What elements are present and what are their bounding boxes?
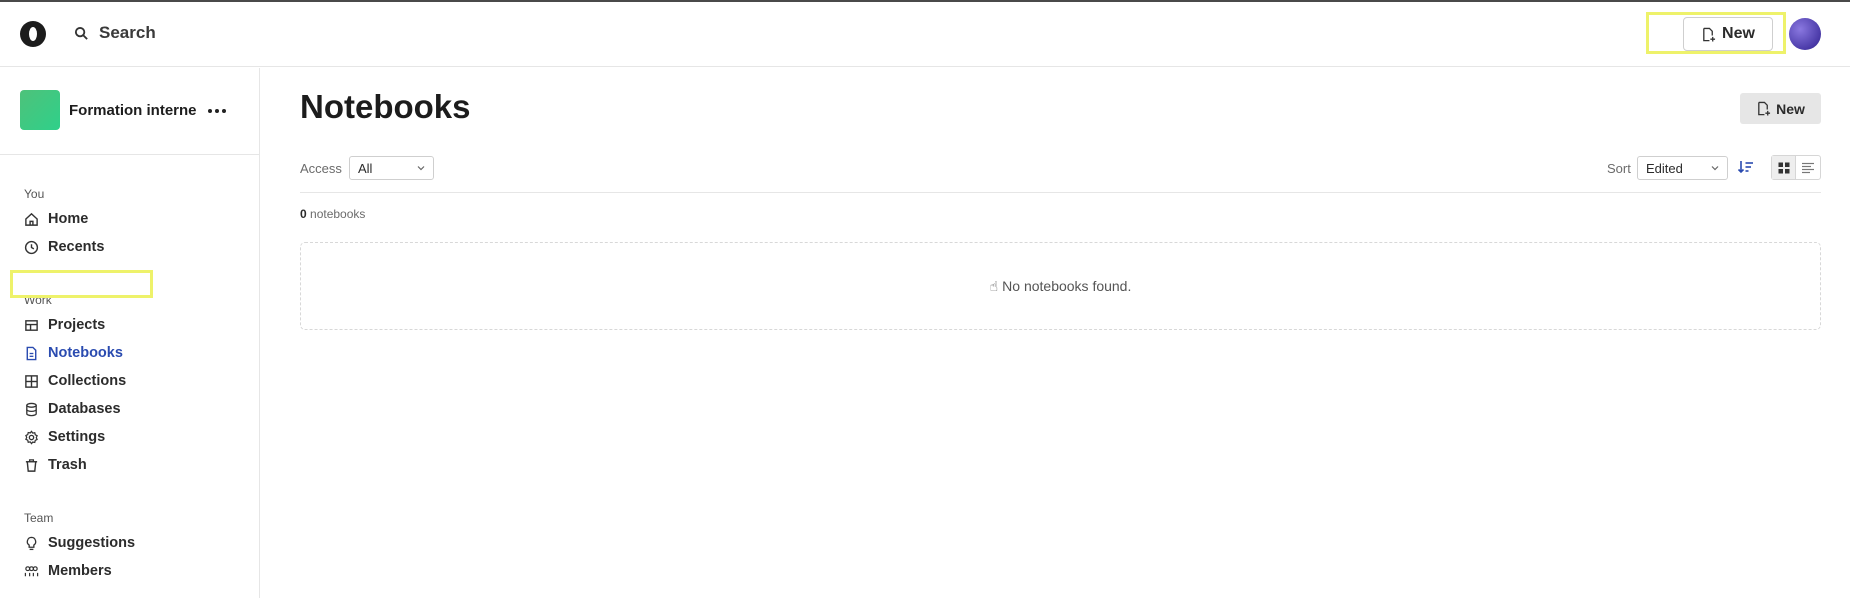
projects-icon [25, 319, 38, 331]
pointing-up-icon: ☝ [989, 277, 999, 294]
sidebar-item-label: Databases [48, 401, 121, 417]
sidebar-item-notebooks[interactable]: Notebooks [24, 342, 123, 364]
page-title: Notebooks [300, 88, 471, 125]
sidebar-item-label: Collections [48, 373, 127, 389]
empty-state-text: No notebooks found. [1002, 278, 1132, 294]
sidebar-item-label: Recents [48, 239, 105, 255]
search-button[interactable]: Search [74, 23, 156, 43]
view-toggle [1771, 155, 1821, 180]
list-view-button[interactable] [1796, 156, 1820, 179]
notebook-count: 0 notebooks [300, 207, 365, 221]
notebook-count-number: 0 [300, 207, 307, 221]
search-label: Search [99, 23, 156, 42]
new-notebook-button[interactable]: New [1740, 93, 1821, 124]
sidebar-item-label: Settings [48, 429, 106, 445]
sidebar-item-label: Home [48, 211, 89, 227]
sidebar-item-label: Notebooks [48, 345, 123, 361]
list-icon [1802, 162, 1814, 173]
logo-icon[interactable] [20, 21, 46, 47]
section-label-you: You [24, 187, 45, 201]
notebook-icon [26, 346, 37, 360]
sidebar-item-label: Suggestions [48, 535, 136, 551]
section-label-team: Team [24, 511, 54, 525]
notebooks-highlight [10, 270, 153, 298]
access-label: Access [300, 161, 342, 176]
sidebar-item-trash[interactable]: Trash [24, 454, 87, 476]
new-document-icon [1703, 27, 1716, 42]
sidebar-item-databases[interactable]: Databases [24, 398, 121, 420]
database-icon [26, 402, 37, 416]
sidebar-item-label: Members [48, 563, 112, 579]
sidebar-item-members[interactable]: Members [24, 560, 112, 582]
sort-direction-icon[interactable] [1737, 159, 1755, 175]
user-avatar[interactable] [1789, 18, 1821, 50]
top-new-button[interactable]: New [1683, 17, 1773, 51]
search-icon [74, 26, 88, 40]
notebook-count-suffix: notebooks [310, 207, 366, 221]
trash-icon [25, 458, 38, 472]
workspace-name: Formation interne [69, 101, 197, 119]
top-bar: Search [0, 2, 1850, 67]
sidebar-item-collections[interactable]: Collections [24, 370, 126, 392]
sidebar-item-settings[interactable]: Settings [24, 426, 105, 448]
chevron-down-icon [1711, 166, 1719, 171]
workspace-switcher[interactable]: Formation interne [20, 90, 197, 130]
sidebar-item-home[interactable]: Home [24, 208, 88, 230]
sidebar-item-suggestions[interactable]: Suggestions [24, 532, 135, 554]
sort-label: Sort [1607, 161, 1631, 176]
grid-icon [1778, 162, 1789, 173]
new-document-icon [1758, 101, 1771, 116]
sort-value: Edited [1646, 160, 1683, 176]
home-icon [25, 212, 38, 226]
members-icon [24, 565, 39, 576]
sidebar-item-label: Projects [48, 317, 106, 333]
sidebar-item-projects[interactable]: Projects [24, 314, 105, 336]
gear-icon [25, 429, 38, 445]
access-select[interactable]: All [349, 156, 434, 180]
sidebar-item-recents[interactable]: Recents [24, 236, 104, 258]
clock-icon [24, 240, 39, 254]
top-new-label: New [1722, 25, 1755, 42]
grid-view-button[interactable] [1772, 156, 1796, 179]
access-value: All [358, 160, 373, 176]
filter-divider [300, 192, 1821, 193]
sidebar-divider [0, 154, 259, 155]
lightbulb-icon [26, 536, 37, 550]
sidebar: Formation interne You Home Recents Work … [0, 68, 260, 598]
new-notebook-label: New [1776, 100, 1805, 117]
collections-icon [25, 374, 38, 388]
more-options-icon[interactable] [208, 105, 230, 117]
chevron-down-icon [417, 166, 425, 171]
empty-state: ☝ No notebooks found. [300, 242, 1821, 330]
workspace-icon [20, 90, 60, 130]
sidebar-item-label: Trash [48, 457, 87, 473]
sort-select[interactable]: Edited [1637, 156, 1728, 180]
